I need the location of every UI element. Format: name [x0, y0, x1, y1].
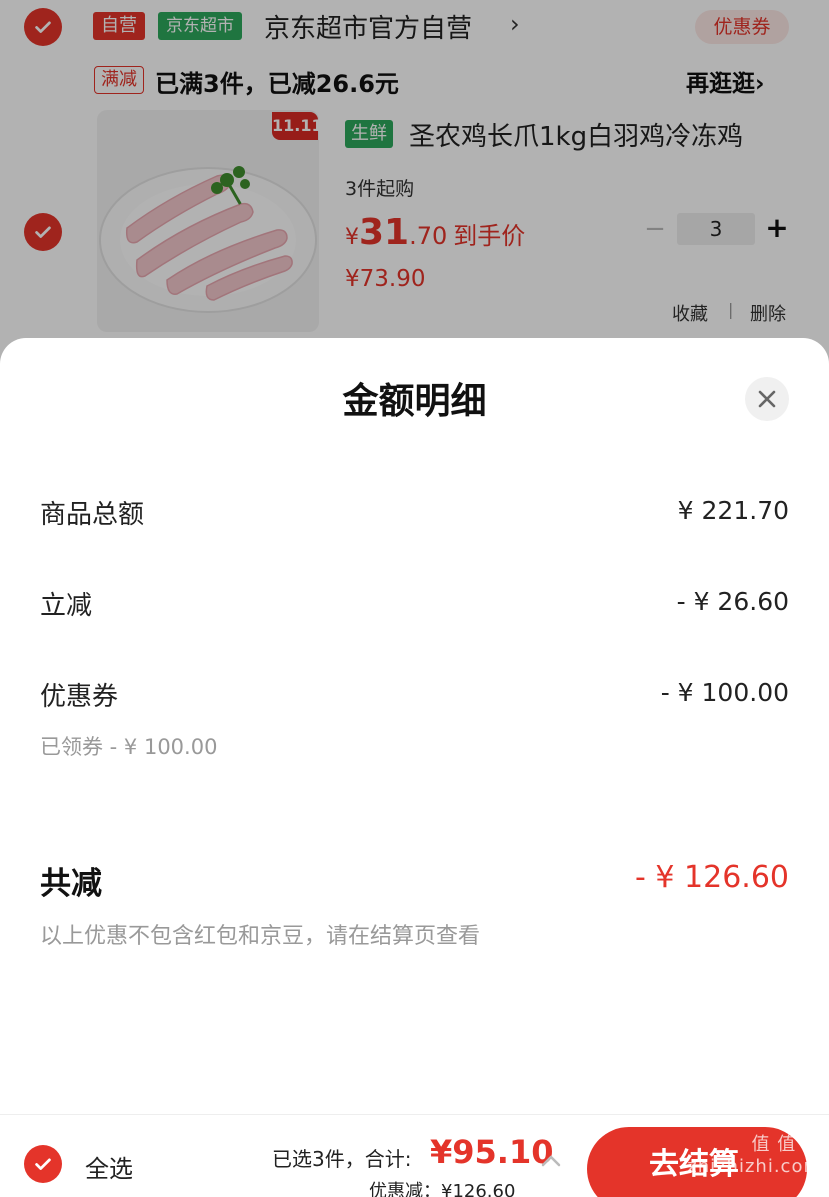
- close-button[interactable]: [745, 377, 789, 421]
- total-discount-label: 共减: [40, 866, 102, 902]
- selected-total-price: ¥95.10: [430, 1133, 554, 1171]
- selected-summary: 已选3件，合计:: [272, 1147, 412, 1171]
- amount-detail-sheet: 金额明细 商品总额 ¥ 221.70 立减 - ¥ 26.60 优惠券 - ¥ …: [0, 338, 829, 1114]
- coupon-discount-value: - ¥ 100.00: [660, 678, 789, 707]
- subtotal-label: 商品总额: [40, 500, 145, 530]
- instant-discount-value: - ¥ 26.60: [676, 587, 789, 616]
- total-discount-value: - ¥ 126.60: [635, 860, 789, 895]
- coupon-discount-label: 优惠券: [40, 682, 119, 712]
- select-all-label[interactable]: 全选: [85, 1149, 133, 1184]
- select-all-checkbox[interactable]: [24, 1145, 62, 1183]
- subtotal-value: ¥ 221.70: [677, 496, 789, 525]
- instant-discount-label: 立减: [40, 591, 93, 621]
- discount-disclaimer: 以上优惠不包含红包和京豆，请在结算页查看: [40, 924, 481, 949]
- chevron-up-icon[interactable]: [540, 1153, 562, 1169]
- discount-summary: 优惠减：¥126.60: [369, 1181, 516, 1197]
- claimed-coupon-note: 已领券 - ¥ 100.00: [40, 735, 218, 759]
- watermark: 值 值 值 zhizhizhi.com: [687, 1134, 822, 1177]
- close-icon: [758, 390, 776, 408]
- sheet-title: 金额明细: [342, 381, 487, 422]
- check-icon: [35, 1158, 51, 1170]
